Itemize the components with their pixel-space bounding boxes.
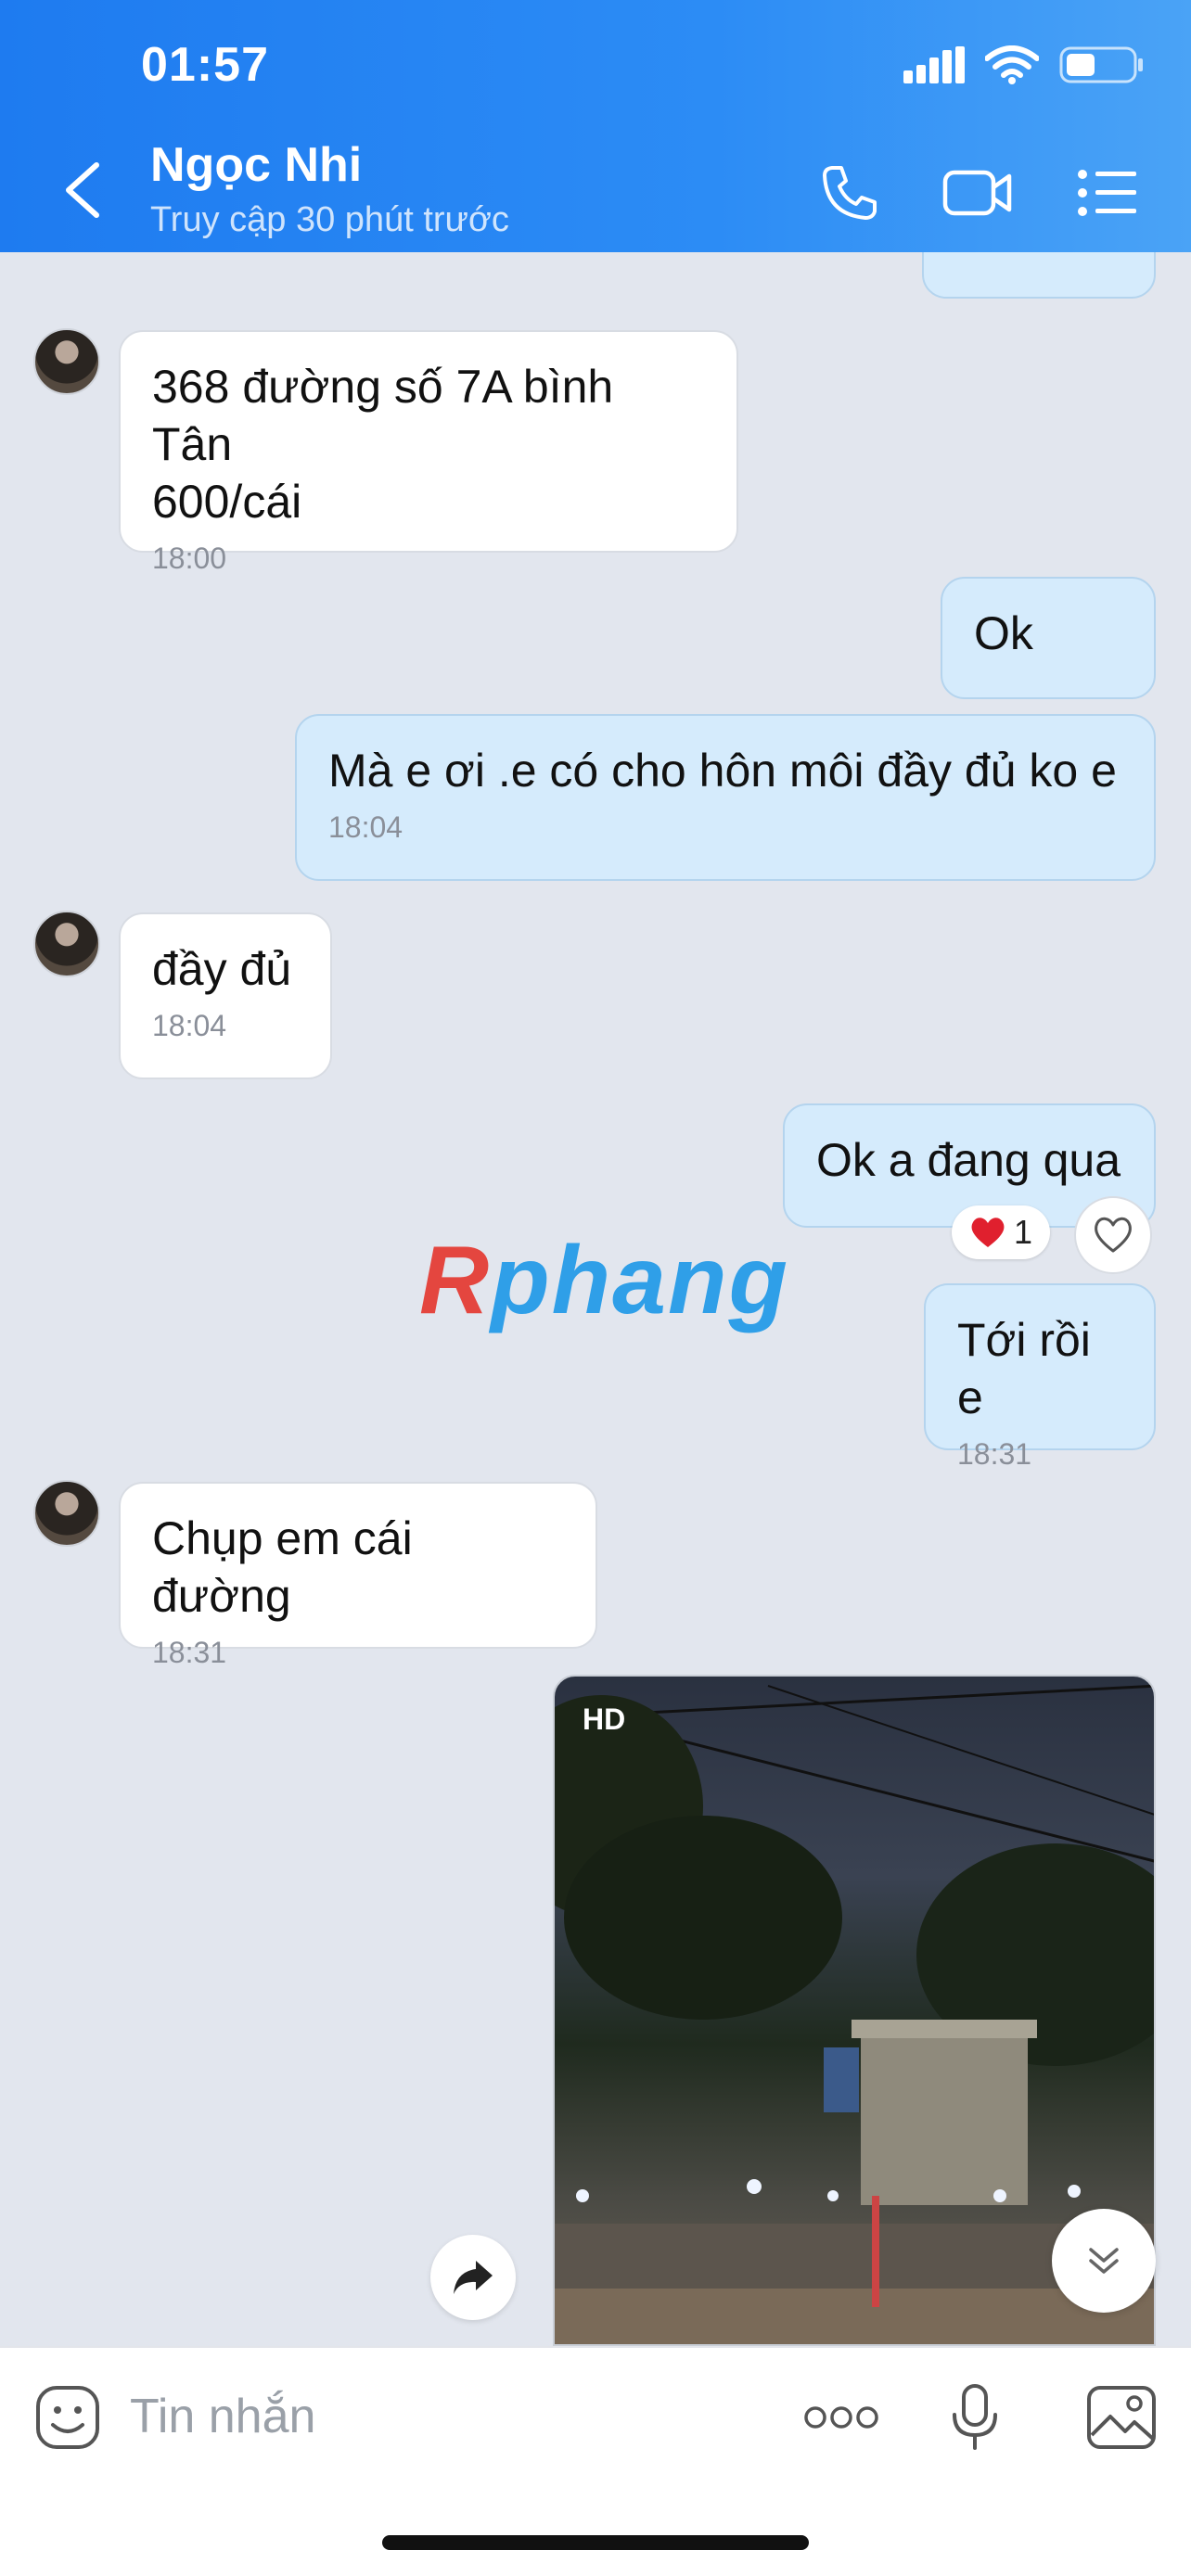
heart-icon xyxy=(971,1218,1005,1247)
hd-badge: HD xyxy=(583,1702,626,1736)
smiley-icon xyxy=(36,2386,99,2449)
contact-name[interactable]: Ngọc Nhi xyxy=(150,137,362,193)
message-bubble-outgoing[interactable]: Mà e ơi .e có cho hôn môi đầy đủ ko e 18… xyxy=(295,714,1156,881)
message-time: 18:00 xyxy=(152,542,227,575)
message-bubble-incoming[interactable]: Chụp em cái đường 18:31 xyxy=(119,1482,597,1669)
share-button[interactable] xyxy=(430,2235,516,2320)
message-time: 18:04 xyxy=(328,810,403,844)
more-button[interactable] xyxy=(800,2376,883,2459)
scroll-down-button[interactable] xyxy=(1052,2209,1156,2313)
chat-header: 01:57 Ngọc Nhi Truy cập 30 phút trước xyxy=(0,0,1191,252)
message-text: Tới rồi e xyxy=(957,1314,1091,1423)
last-seen-status: Truy cập 30 phút trước xyxy=(150,200,509,239)
home-indicator[interactable] xyxy=(382,2535,809,2550)
status-time: 01:57 xyxy=(141,38,269,92)
heart-outline-icon xyxy=(1095,1217,1132,1253)
signal-icon xyxy=(903,46,965,83)
avatar[interactable] xyxy=(33,328,100,395)
message-text: Ok xyxy=(974,607,1033,659)
gallery-button[interactable] xyxy=(1080,2376,1163,2459)
video-call-button[interactable] xyxy=(941,156,1015,230)
message-text: đầy đủ xyxy=(152,943,292,995)
message-bubble-outgoing[interactable]: Tới rồi e 18:31 xyxy=(924,1283,1156,1471)
message-text: Mà e ơi .e có cho hôn môi đầy đủ ko e xyxy=(328,745,1117,797)
message-bubble-outgoing[interactable]: Ok xyxy=(941,577,1156,699)
back-button[interactable] xyxy=(56,158,108,223)
message-text: 368 đường số 7A bình Tân 600/cái xyxy=(152,361,614,528)
message-time: 18:04 xyxy=(152,1009,227,1042)
phone-icon xyxy=(823,166,877,220)
list-menu-icon xyxy=(1078,170,1136,216)
battery-icon xyxy=(1059,46,1143,83)
sticker-button[interactable] xyxy=(26,2376,109,2459)
avatar[interactable] xyxy=(33,1480,100,1547)
chevron-left-icon xyxy=(66,162,99,218)
call-button[interactable] xyxy=(813,156,887,230)
share-arrow-icon xyxy=(454,2261,493,2294)
double-chevron-down-icon xyxy=(1089,2248,1119,2274)
menu-button[interactable] xyxy=(1070,156,1145,230)
status-icons xyxy=(903,45,1145,85)
wifi-icon xyxy=(985,45,1039,84)
message-text: Ok a đang qua xyxy=(816,1134,1121,1186)
more-dots-icon xyxy=(804,2406,878,2429)
like-button[interactable] xyxy=(1074,1196,1152,1274)
video-camera-icon xyxy=(942,170,1012,216)
message-bubble-incoming[interactable]: 368 đường số 7A bình Tân 600/cái 18:00 xyxy=(119,330,738,575)
message-input[interactable]: Tin nhắn xyxy=(130,2389,315,2444)
message-bubble-incoming[interactable]: đầy đủ 18:04 xyxy=(119,912,332,1079)
message-time: 18:31 xyxy=(957,1437,1032,1471)
voice-button[interactable] xyxy=(933,2376,1017,2459)
reaction-badge[interactable]: 1 xyxy=(952,1205,1050,1259)
avatar[interactable] xyxy=(33,911,100,977)
message-time: 18:31 xyxy=(152,1636,227,1669)
microphone-icon xyxy=(953,2384,997,2450)
image-icon xyxy=(1087,2386,1156,2449)
message-bubble-partial[interactable] xyxy=(922,252,1156,299)
message-text: Chụp em cái đường xyxy=(152,1512,413,1622)
reaction-count: 1 xyxy=(1013,1213,1033,1251)
watermark-logo: Rphang xyxy=(419,1227,790,1334)
